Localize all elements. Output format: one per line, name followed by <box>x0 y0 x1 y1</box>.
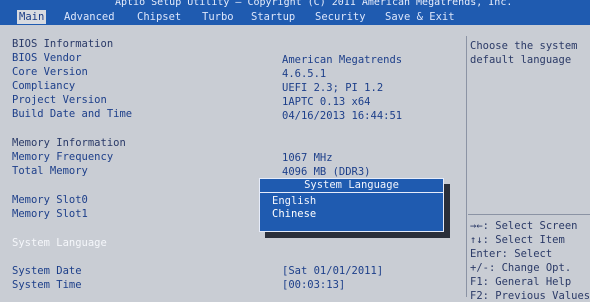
memory-frequency-label: Memory Frequency <box>12 151 114 163</box>
popup-title: System Language <box>260 179 443 193</box>
help-text: Choose the system default language <box>470 40 578 66</box>
memory-frequency-value: 1067 MHz <box>282 152 333 164</box>
title-bar: Aptio Setup Utility – Copyright (C) 2011… <box>0 0 590 9</box>
compliancy-value: UEFI 2.3; PI 1.2 <box>282 82 384 94</box>
bios-vendor-value: American Megatrends <box>282 54 403 66</box>
tab-turbo[interactable]: Turbo <box>200 10 236 24</box>
compliancy-label: Compliancy <box>12 80 76 92</box>
language-option-english[interactable]: English <box>272 195 316 208</box>
tab-bar: Main Advanced Chipset Turbo Startup Secu… <box>0 9 590 25</box>
key-hint-select-screen: →←: Select Screen <box>470 220 578 232</box>
system-language-item[interactable]: System Language <box>12 237 107 249</box>
core-version-value: 4.6.5.1 <box>282 68 327 80</box>
memory-slot0-label: Memory Slot0 <box>12 194 88 206</box>
project-version-label: Project Version <box>12 94 107 106</box>
key-hint-general-help: F1: General Help <box>470 276 572 288</box>
build-date-value: 04/16/2013 16:44:51 <box>282 110 403 122</box>
system-time-label[interactable]: System Time <box>12 279 82 291</box>
memory-slot1-label: Memory Slot1 <box>12 208 88 220</box>
total-memory-label: Total Memory <box>12 165 88 177</box>
key-hint-change-opt: +/-: Change Opt. <box>470 262 572 274</box>
language-option-chinese[interactable]: Chinese <box>272 208 316 221</box>
panel-divider <box>466 36 467 297</box>
key-hint-previous-values: F2: Previous Values <box>470 290 590 302</box>
tab-startup[interactable]: Startup <box>249 10 297 24</box>
key-hint-enter: Enter: Select <box>470 248 553 260</box>
bios-vendor-label: BIOS Vendor <box>12 52 82 64</box>
tab-main[interactable]: Main <box>17 10 47 24</box>
bios-information-heading: BIOS Information <box>12 38 114 50</box>
total-memory-value: 4096 MB (DDR3) <box>282 166 371 178</box>
tab-chipset[interactable]: Chipset <box>135 10 183 24</box>
project-version-value: 1APTC 0.13 x64 <box>282 96 371 108</box>
system-time-value[interactable]: [00:03:13] <box>282 279 345 291</box>
system-date-label[interactable]: System Date <box>12 265 82 277</box>
tab-save-exit[interactable]: Save & Exit <box>383 10 457 24</box>
build-date-label: Build Date and Time <box>12 108 133 120</box>
memory-information-heading: Memory Information <box>12 137 126 149</box>
help-divider <box>468 214 590 215</box>
system-language-popup: System Language English Chinese <box>259 178 444 232</box>
tab-security[interactable]: Security <box>313 10 368 24</box>
tab-advanced[interactable]: Advanced <box>62 10 117 24</box>
system-date-value[interactable]: [Sat 01/01/2011] <box>282 265 383 277</box>
key-hint-select-item: ↑↓: Select Item <box>470 234 565 246</box>
core-version-label: Core Version <box>12 66 88 78</box>
